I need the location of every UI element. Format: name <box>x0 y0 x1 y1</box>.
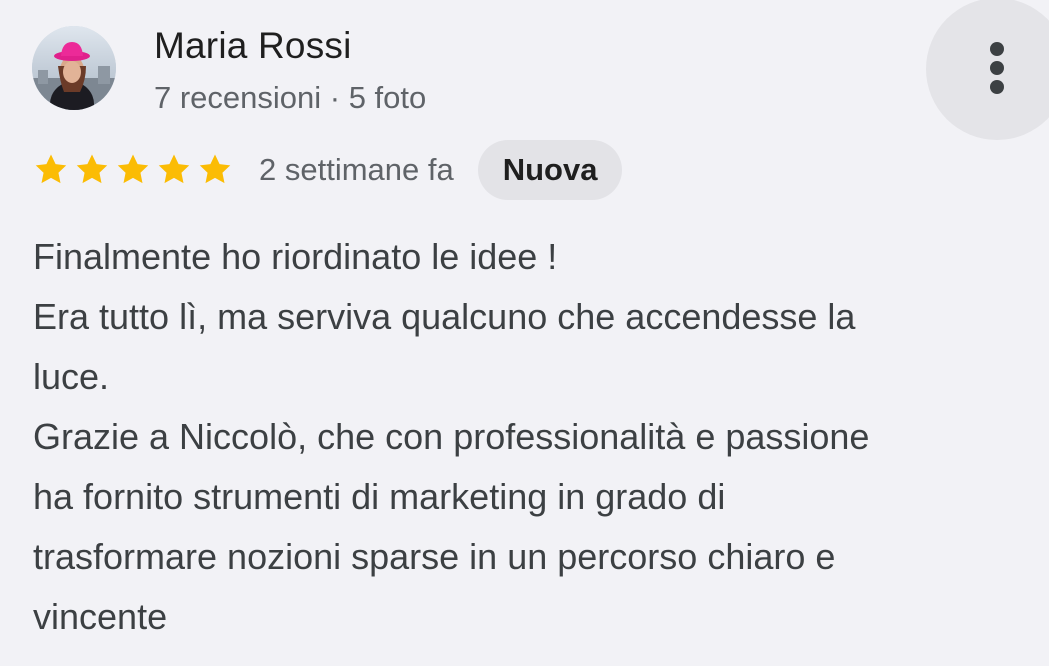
review-text-line: luce. <box>33 356 110 397</box>
review-text: Finalmente ho riordinato le idee ! Era tu… <box>33 227 1023 647</box>
review-text-line: Grazie a Niccolò, che con professionalit… <box>33 416 870 457</box>
more-vert-icon <box>990 42 1004 94</box>
star-icon <box>73 151 111 189</box>
review-text-line: trasformare nozioni sparse in un percors… <box>33 536 836 577</box>
star-icon <box>155 151 193 189</box>
review-timestamp: 2 settimane fa <box>259 152 454 187</box>
review-card: Maria Rossi 7 recensioni · 5 foto 2 sett… <box>0 0 1049 666</box>
more-options-button[interactable] <box>926 0 1049 140</box>
review-text-line: vincente <box>33 596 168 637</box>
rating-row: 2 settimane fa Nuova <box>32 140 623 200</box>
review-text-line: Finalmente ho riordinato le idee ! <box>33 236 558 277</box>
star-icon <box>196 151 234 189</box>
star-icon <box>114 151 152 189</box>
star-rating <box>32 151 237 189</box>
avatar-photo <box>32 26 116 110</box>
review-text-line: Era tutto lì, ma serviva qualcuno che ac… <box>33 296 856 337</box>
avatar[interactable] <box>32 26 116 110</box>
review-text-line: ha fornito strumenti di marketing in gra… <box>33 476 726 517</box>
new-badge: Nuova <box>477 140 623 200</box>
star-icon <box>32 151 70 189</box>
reviewer-name[interactable]: Maria Rossi <box>154 24 352 68</box>
reviewer-meta: 7 recensioni · 5 foto <box>154 80 427 115</box>
